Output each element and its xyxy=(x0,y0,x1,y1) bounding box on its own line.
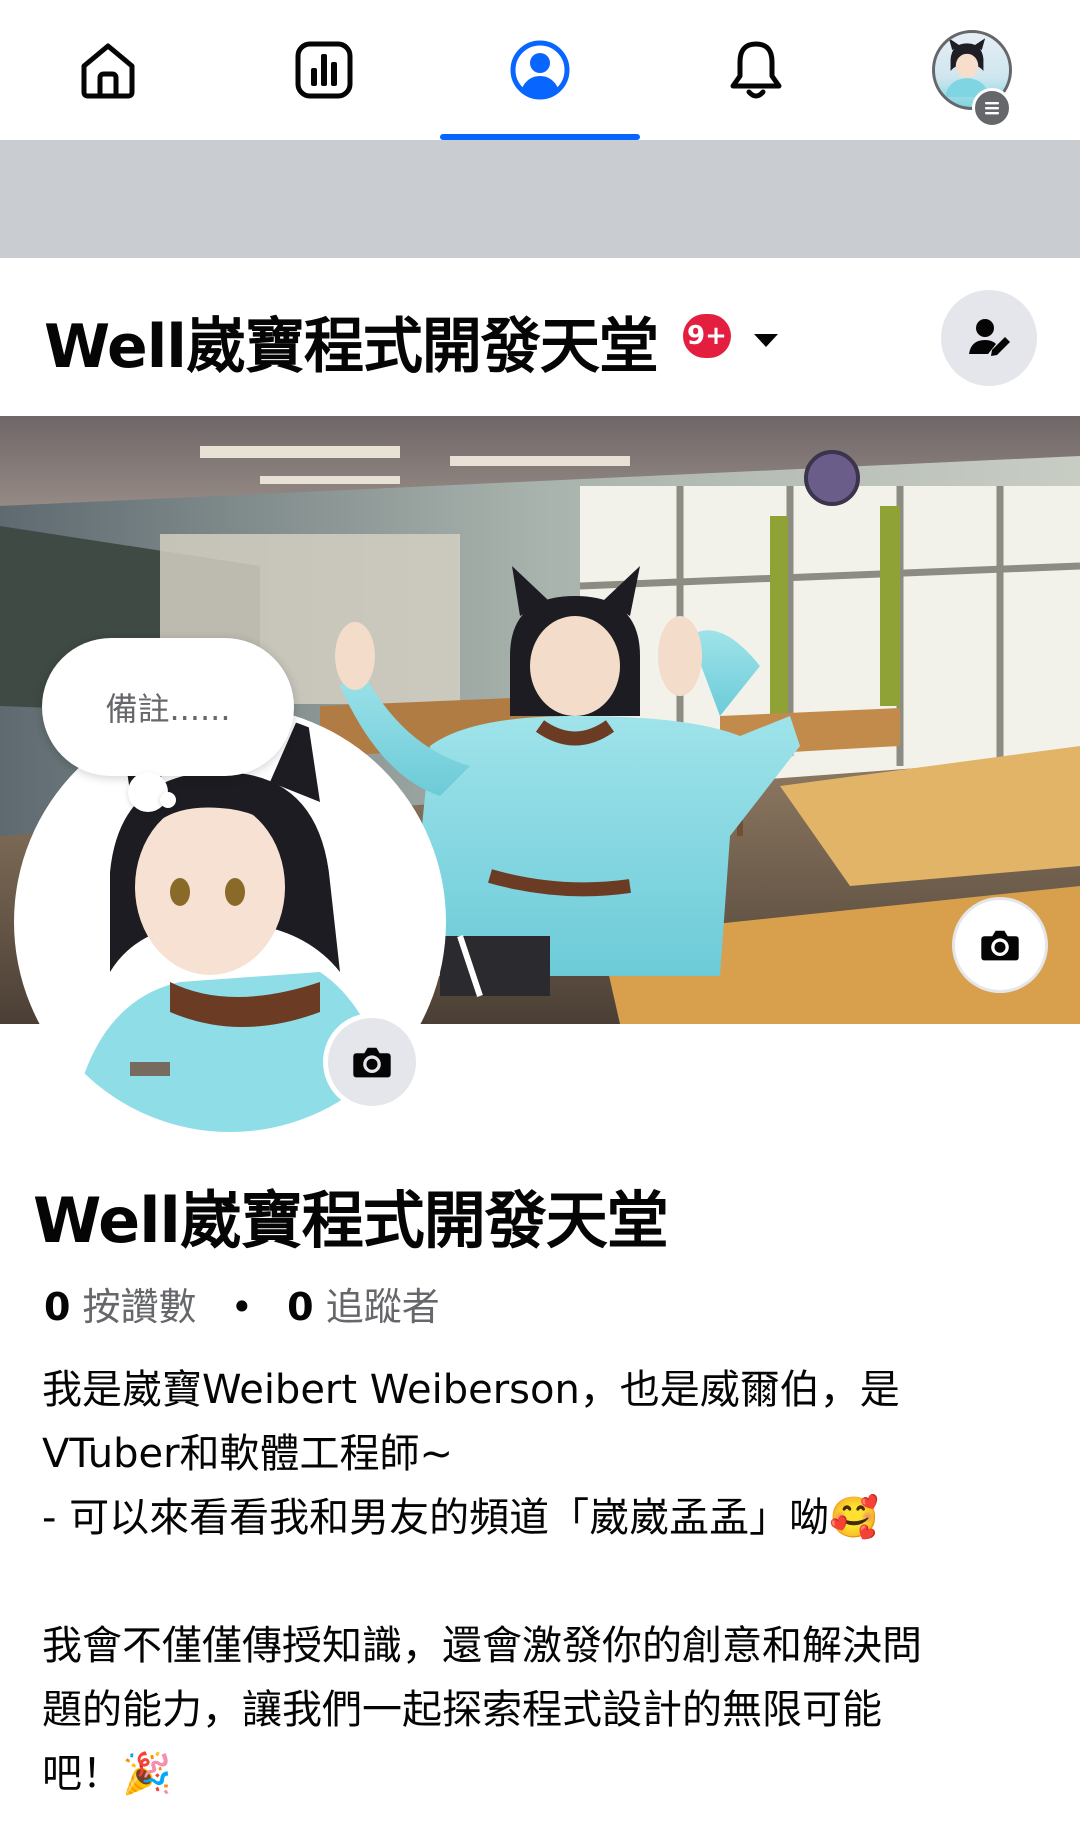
switch-profile-button[interactable] xyxy=(941,290,1037,386)
page-switcher-title[interactable]: Well崴寶程式開發天堂 xyxy=(44,298,659,385)
camera-icon xyxy=(981,930,1019,961)
tab-notifications[interactable] xyxy=(648,0,864,140)
bar-chart-icon xyxy=(295,41,353,99)
followers-label[interactable]: 追蹤者 xyxy=(326,1285,440,1329)
banner-placeholder xyxy=(0,140,1080,258)
top-navigation xyxy=(0,0,1080,140)
menu-icon[interactable] xyxy=(972,88,1012,128)
home-icon xyxy=(81,43,135,99)
tab-home[interactable] xyxy=(0,0,216,140)
person-edit-icon xyxy=(969,319,1010,356)
likes-count: 0 xyxy=(44,1285,71,1329)
stats-separator: • xyxy=(230,1285,254,1329)
bell-icon xyxy=(730,41,782,99)
page-name: Well崴寶程式開發天堂 xyxy=(33,1184,669,1257)
notification-badge: 9+ xyxy=(683,314,731,358)
page-header: Well崴寶程式開發天堂 9+ xyxy=(0,258,1080,416)
camera-icon xyxy=(353,1047,391,1078)
note-bubble-tail-small xyxy=(160,792,176,808)
page-bio: 我是崴寶Weibert Weiberson，也是威爾伯，是 VTuber和軟體工… xyxy=(42,1367,922,1797)
chevron-down-icon[interactable] xyxy=(754,334,778,347)
tab-profile[interactable] xyxy=(432,0,648,140)
followers-count: 0 xyxy=(287,1285,314,1329)
page-stats: 0 按讚數 • 0 追蹤者 xyxy=(44,1276,440,1331)
note-placeholder: 備註...... xyxy=(105,690,231,728)
tab-menu[interactable] xyxy=(864,0,1080,140)
edit-profile-picture-button[interactable] xyxy=(328,1018,416,1106)
note-bubble[interactable]: 備註...... xyxy=(42,638,294,776)
profile-icon xyxy=(510,40,570,100)
likes-label[interactable]: 按讚數 xyxy=(83,1285,197,1329)
tab-dashboard[interactable] xyxy=(216,0,432,140)
edit-cover-button[interactable] xyxy=(955,900,1045,990)
